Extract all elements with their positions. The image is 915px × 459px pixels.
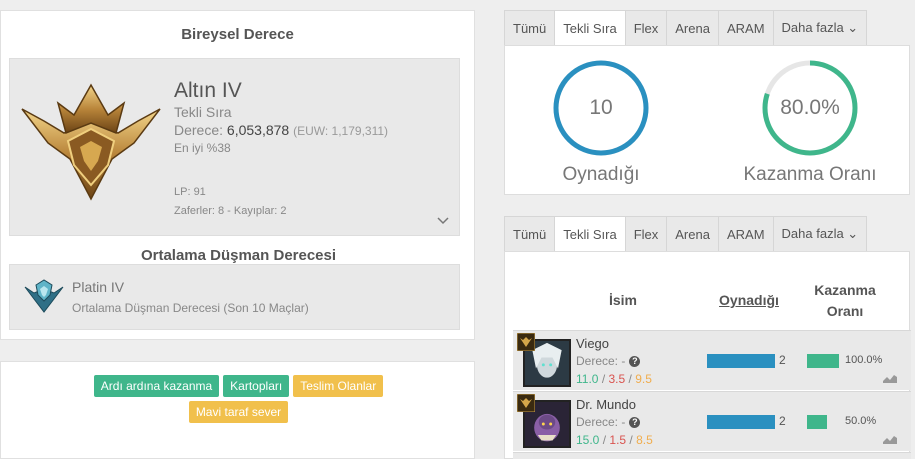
graph-icon[interactable] <box>883 434 897 444</box>
tag-blue-side[interactable]: Mavi taraf sever <box>188 401 289 423</box>
tag-win-streak[interactable]: Ardı ardına kazanma <box>93 375 220 397</box>
rank-tier: Altın IV <box>174 79 242 102</box>
avg-enemy-box: Platin IV Ortalama Düşman Derecesi (Son … <box>9 264 460 330</box>
winrate-value: 80.0% <box>780 96 840 119</box>
tab-aram[interactable]: ARAM <box>717 216 773 252</box>
kda-deaths: 3.5 <box>608 372 626 386</box>
ladder-rank-euw: (EUW: 1,179,311) <box>293 124 389 138</box>
winrate-bar <box>807 354 839 368</box>
winrate-percent: 50.0% <box>845 415 877 427</box>
tag-surrenders[interactable]: Teslim Olanlar <box>293 375 384 397</box>
column-winrate[interactable]: Kazanma Oranı <box>799 280 891 322</box>
winrate-percent: 100.0% <box>845 354 883 366</box>
help-icon[interactable]: ? <box>629 356 641 368</box>
help-icon[interactable]: ? <box>629 417 641 429</box>
tab-more[interactable]: Daha fazla ⌄ <box>772 216 868 252</box>
played-count: 2 <box>779 353 786 367</box>
column-name[interactable]: İsim <box>573 292 673 308</box>
champion-stats-card: İsim Oynadığı Kazanma Oranı Viego Derece… <box>504 251 911 459</box>
champion-kda: 11.0 / 3.5 / 9.5 <box>576 372 652 386</box>
champion-rank: Derece: -? <box>576 354 641 368</box>
column-winrate-line1: Kazanma <box>814 282 876 298</box>
rank-summary-box[interactable]: Altın IV Tekli Sıra Derece: 6,053,878 (E… <box>9 58 460 236</box>
wins-losses: Zaferler: 8 - Kayıplar: 2 <box>174 205 287 217</box>
tab-aram[interactable]: ARAM <box>717 10 773 46</box>
column-winrate-line2: Oranı <box>826 303 864 319</box>
kda-assists: 9.5 <box>635 372 652 386</box>
kda-deaths: 1.5 <box>609 433 627 447</box>
rank-badge-icon <box>517 333 535 351</box>
table-header: İsim Oynadığı Kazanma Oranı <box>513 266 911 330</box>
played-bar <box>707 354 775 368</box>
champion-name[interactable]: Dr. Mundo <box>576 397 636 412</box>
chevron-down-icon[interactable] <box>437 217 449 225</box>
tab-flex[interactable]: Flex <box>624 216 667 252</box>
tab-solo-queue[interactable]: Tekli Sıra <box>554 10 625 46</box>
column-played[interactable]: Oynadığı <box>709 292 789 308</box>
played-value: 10 <box>589 96 613 119</box>
avg-enemy-description: Ortalama Düşman Derecesi (Son 10 Maçlar) <box>72 301 309 315</box>
played-bar <box>707 415 775 429</box>
rank-info: Altın IV Tekli Sıra Derece: 6,053,878 (E… <box>174 79 388 155</box>
played-label: Oynadığı <box>562 164 640 185</box>
ladder-rank: Derece: 6,053,878 (EUW: 1,179,311) <box>174 122 388 138</box>
ladder-rank-value: 6,053,878 <box>226 122 290 138</box>
league-points: LP: 91 <box>174 186 206 198</box>
tab-flex[interactable]: Flex <box>624 10 667 46</box>
tab-all[interactable]: Tümü <box>504 216 555 252</box>
table-row[interactable]: Dr. Mundo Derece: -? 15.0 / 1.5 / 8.5 2 … <box>513 391 911 451</box>
table-row[interactable] <box>513 452 911 459</box>
rank-card-title: Bireysel Derece <box>181 25 294 43</box>
winrate-bar <box>807 415 827 429</box>
tab-arena[interactable]: Arena <box>666 10 718 46</box>
played-count: 2 <box>779 414 786 428</box>
champion-kda: 15.0 / 1.5 / 8.5 <box>576 433 653 447</box>
tab-all[interactable]: Tümü <box>504 10 555 46</box>
rank-queue: Tekli Sıra <box>174 104 232 120</box>
rank-badge-icon <box>517 394 535 412</box>
kda-assists: 8.5 <box>636 433 653 447</box>
winrate-label: Kazanma Oranı <box>743 164 877 185</box>
tag-snowballs[interactable]: Kartopları <box>223 375 290 397</box>
solo-rank-card: Bireysel Derece Altın IV Tekli Sıra Dere… <box>0 10 475 340</box>
queue-stats-card: 10 Oynadığı 80.0% Kazanma Oranı <box>504 45 910 195</box>
avg-enemy-tier: Platin IV <box>72 279 125 295</box>
tab-solo-queue[interactable]: Tekli Sıra <box>554 216 625 252</box>
champion-rank-text: Derece: - <box>576 415 626 429</box>
champion-name[interactable]: Viego <box>576 336 609 351</box>
graph-icon[interactable] <box>883 373 897 383</box>
platinum-emblem-icon <box>24 279 64 313</box>
tab-more[interactable]: Daha fazla ⌄ <box>772 10 868 46</box>
queue-tabs-top: Tümü Tekli Sıra Flex Arena ARAM Daha faz… <box>504 10 868 46</box>
gold-emblem-icon <box>21 83 161 201</box>
ladder-rank-label: Derece: <box>174 122 224 138</box>
table-row[interactable]: Viego Derece: -? 11.0 / 3.5 / 9.5 2 100.… <box>513 330 911 390</box>
champion-rank: Derece: -? <box>576 415 641 429</box>
champion-rank-text: Derece: - <box>576 354 626 368</box>
kda-kills: 11.0 <box>576 372 599 386</box>
tab-arena[interactable]: Arena <box>666 216 718 252</box>
tags-card: Ardı ardına kazanma Kartopları Teslim Ol… <box>0 361 475 459</box>
top-percent: En iyi %38 <box>174 141 231 155</box>
queue-tabs-bottom: Tümü Tekli Sıra Flex Arena ARAM Daha faz… <box>504 216 868 252</box>
tag-list: Ardı ardına kazanma Kartopları Teslim Ol… <box>1 375 476 423</box>
kda-kills: 15.0 <box>576 433 600 447</box>
